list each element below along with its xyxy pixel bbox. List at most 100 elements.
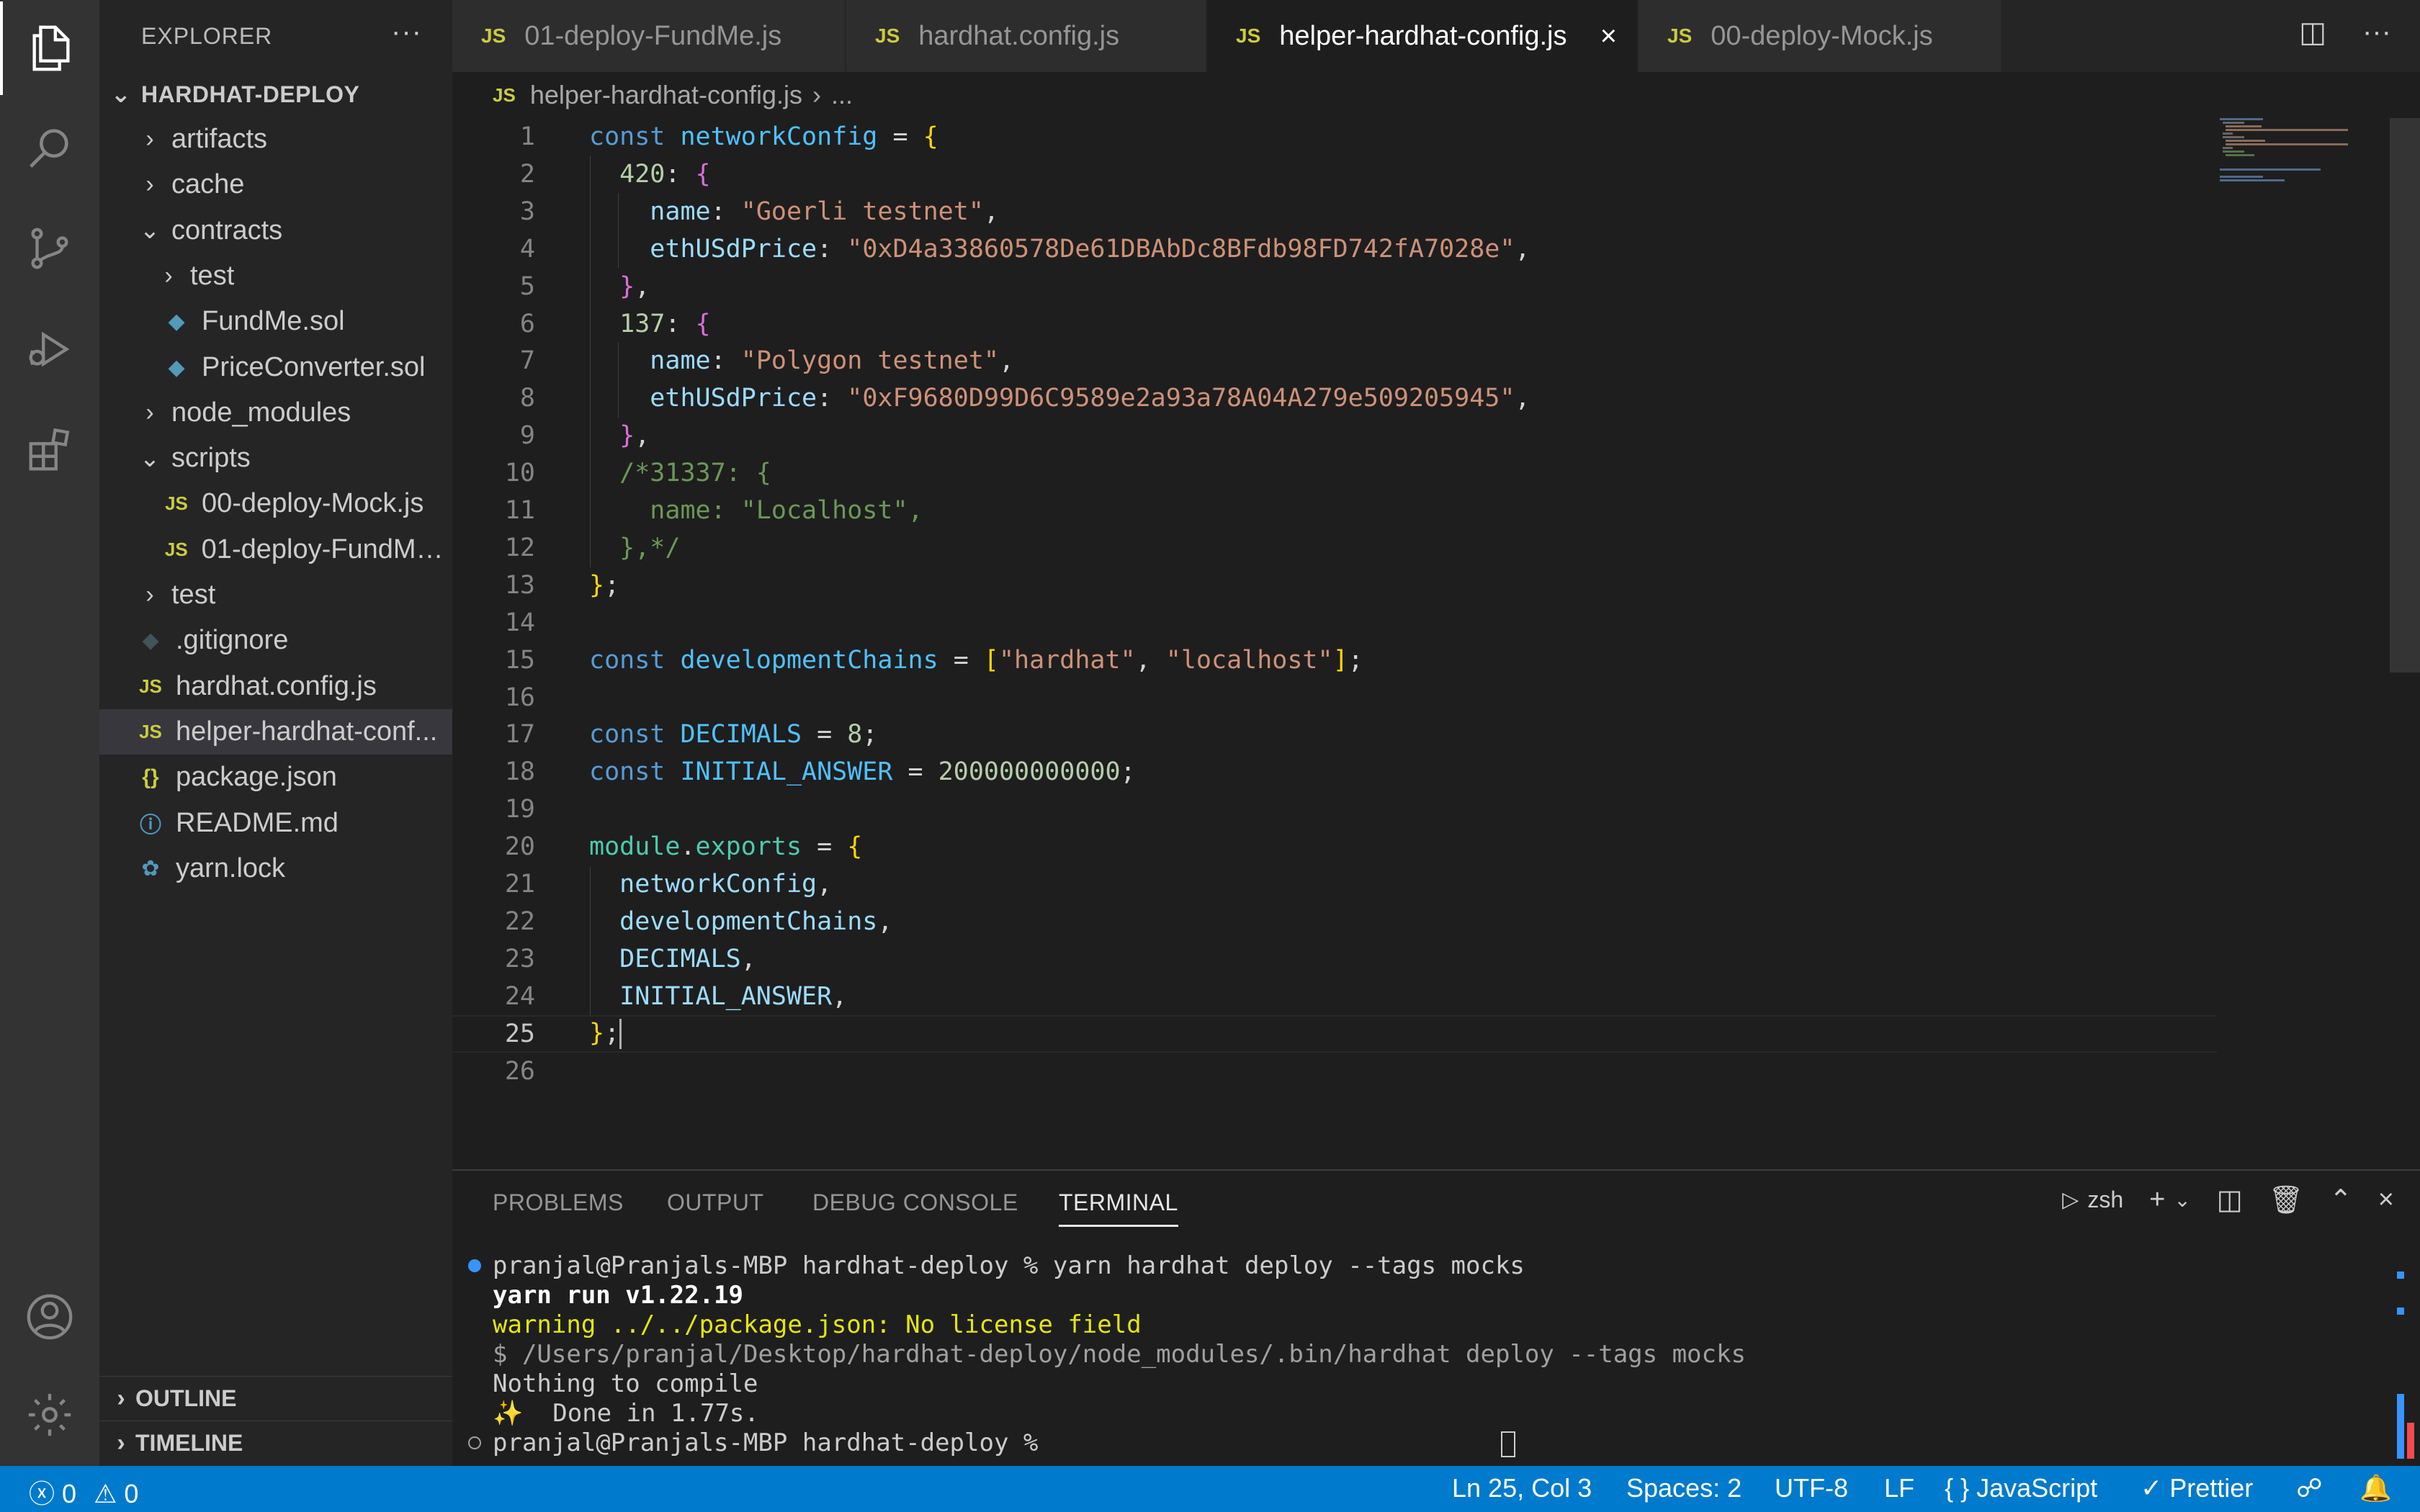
file-item[interactable]: ◆ FundMe.sol — [99, 299, 452, 344]
folder-item[interactable]: › node_modules — [99, 390, 452, 436]
feedback-icon[interactable]: ☍ — [2296, 1473, 2322, 1503]
file-item[interactable]: JS hardhat.config.js — [99, 664, 452, 709]
terminal-line: warning ../../package.json: No license f… — [493, 1310, 1142, 1339]
folder-item[interactable]: › test — [99, 572, 452, 618]
tree-item-label: cache — [171, 169, 245, 200]
code-text: /*31337: { — [589, 459, 771, 487]
prettier-status[interactable]: ✓ Prettier — [2141, 1473, 2253, 1503]
split-terminal-icon[interactable]: ◫ — [2217, 1184, 2243, 1216]
code-token: name: "Localhost", — [650, 496, 923, 525]
more-actions-icon[interactable]: ··· — [391, 16, 422, 48]
source-control-icon[interactable] — [0, 202, 99, 295]
folder-item[interactable]: ⌄ contracts — [99, 208, 452, 253]
file-item[interactable]: ⓘ README.md — [99, 801, 452, 846]
timeline-section[interactable]: › TIMELINE — [99, 1421, 452, 1465]
trash-icon[interactable]: 🗑 — [2269, 1184, 2303, 1216]
line-number: 13 — [504, 570, 535, 600]
code-line: 22 developmentChains, — [452, 903, 2217, 940]
command-status-dot[interactable] — [468, 1259, 481, 1272]
chevron-right-icon: › — [117, 1429, 125, 1457]
shell-name[interactable]: zsh — [2087, 1187, 2123, 1213]
extensions-icon[interactable] — [0, 403, 99, 497]
indentation[interactable]: Spaces: 2 — [1626, 1473, 1742, 1503]
git-file-icon: ◆ — [142, 629, 159, 653]
add-terminal-icon[interactable]: + — [2149, 1184, 2165, 1215]
code-token: } — [589, 570, 605, 600]
split-editor-icon[interactable]: ◫ — [2299, 16, 2326, 49]
folder-item[interactable]: › artifacts — [99, 117, 452, 162]
editor-scrollbar[interactable] — [2390, 118, 2420, 672]
minimap[interactable] — [2220, 118, 2364, 190]
breadcrumb-rest[interactable]: ... — [831, 80, 853, 110]
code-text: name: "Goerli testnet", — [589, 197, 999, 226]
problems-status[interactable]: ⓧ 0 ⚠ 0 — [29, 1473, 138, 1511]
code-line: 16 — [452, 679, 2217, 716]
code-token: ethUSdPrice — [650, 384, 817, 413]
code-token: , — [877, 906, 893, 936]
chevron-down-icon[interactable]: ⌄ — [2174, 1188, 2190, 1212]
tab-hardhat-config[interactable]: JS hardhat.config.js — [846, 0, 1206, 72]
tab-01-deploy-fundme[interactable]: JS 01-deploy-FundMe.js — [452, 0, 846, 72]
file-item[interactable]: JS 01-deploy-FundMe... — [99, 527, 452, 572]
bottom-panel: PROBLEMS OUTPUT DEBUG CONSOLE TERMINAL ▷… — [452, 1169, 2420, 1466]
settings-gear-icon[interactable] — [0, 1368, 99, 1462]
file-item[interactable]: ◆ PriceConverter.sol — [99, 345, 452, 390]
outline-section[interactable]: › OUTLINE — [99, 1376, 452, 1421]
code-token: [ — [983, 645, 999, 675]
project-folder-header[interactable]: ⌄ HARDHAT-DEPLOY — [99, 72, 452, 117]
explorer-icon[interactable] — [0, 1, 99, 95]
tab-debug-console[interactable]: DEBUG CONSOLE — [812, 1189, 1018, 1216]
code-token: . — [680, 832, 696, 862]
tree-item-label: PriceConverter.sol — [202, 351, 426, 382]
tab-label: 00-deploy-Mock.js — [1711, 20, 1933, 51]
folder-item[interactable]: ⌄ scripts — [99, 436, 452, 481]
tab-output[interactable]: OUTPUT — [667, 1189, 764, 1216]
file-item[interactable]: JS 00-deploy-Mock.js — [99, 481, 452, 526]
error-icon: ⓧ — [29, 1479, 55, 1508]
tree-item-label: FundMe.sol — [202, 306, 345, 337]
code-token: ; — [604, 570, 620, 600]
code-token: , — [983, 197, 999, 226]
accounts-icon[interactable] — [0, 1270, 99, 1364]
notifications-bell-icon[interactable]: 🔔 — [2360, 1473, 2392, 1503]
line-ending[interactable]: LF — [1884, 1473, 1914, 1503]
language-mode[interactable]: { } JavaScript — [1945, 1473, 2097, 1503]
chevron-down-icon: ⌄ — [139, 217, 161, 245]
cursor-position[interactable]: Ln 25, Col 3 — [1452, 1473, 1592, 1503]
file-item[interactable]: {} package.json — [99, 755, 452, 800]
code-token: ; — [1348, 645, 1363, 675]
code-editor[interactable]: 1 const networkConfig = {2 420: {3 name: … — [452, 118, 2420, 1169]
code-token: ] — [1332, 645, 1348, 675]
line-number: 16 — [504, 683, 535, 712]
more-actions-icon[interactable]: ··· — [2362, 16, 2391, 49]
close-icon[interactable]: × — [1600, 20, 1617, 53]
text-cursor — [619, 1018, 622, 1049]
file-item[interactable]: ✿ yarn.lock — [99, 846, 452, 891]
tab-problems[interactable]: PROBLEMS — [493, 1189, 624, 1216]
search-icon[interactable] — [0, 101, 99, 194]
folder-item[interactable]: › cache — [99, 162, 452, 207]
line-number: 6 — [519, 309, 535, 338]
encoding[interactable]: UTF-8 — [1775, 1473, 1848, 1503]
file-item[interactable]: ◆ .gitignore — [99, 618, 452, 663]
tab-helper-hardhat-config[interactable]: JS helper-hardhat-config.js × — [1207, 0, 1638, 72]
js-file-icon: JS — [875, 24, 900, 47]
close-panel-icon[interactable]: × — [2378, 1184, 2394, 1215]
code-token: exports — [695, 832, 802, 862]
breadcrumb-file[interactable]: helper-hardhat-config.js — [530, 80, 802, 110]
file-item[interactable]: JS helper-hardhat-conf... — [99, 708, 452, 755]
activity-bar — [0, 0, 99, 1466]
run-debug-icon[interactable] — [0, 302, 99, 396]
tab-terminal[interactable]: TERMINAL — [1059, 1189, 1178, 1227]
chevron-down-icon: ⌄ — [110, 81, 132, 108]
folder-item[interactable]: › test — [99, 253, 452, 299]
maximize-panel-icon[interactable]: ⌃ — [2329, 1184, 2352, 1216]
tab-00-deploy-mock[interactable]: JS 00-deploy-Mock.js — [1639, 0, 2002, 72]
command-status-dot[interactable] — [468, 1436, 481, 1449]
tree-item-label: contracts — [171, 215, 283, 246]
code-text: developmentChains, — [589, 907, 892, 936]
